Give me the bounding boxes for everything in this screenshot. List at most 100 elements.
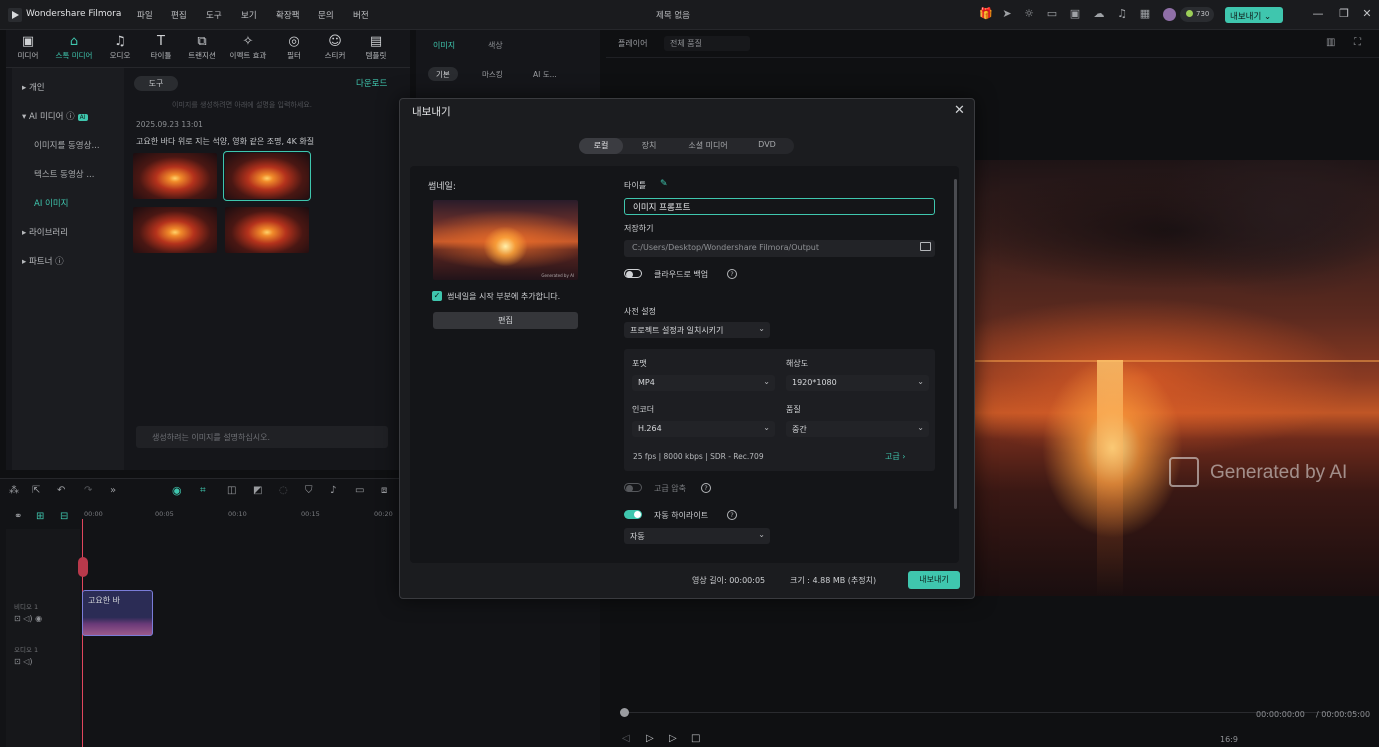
aspect-dropdown[interactable]: 16:9 (1220, 735, 1238, 744)
resolution-dropdown[interactable]: 1920*1080 ⌄ (786, 375, 929, 391)
lightbulb-icon[interactable]: ☼ (1023, 8, 1035, 20)
sidebar-item-ai-image[interactable]: AI 이미지 (34, 197, 68, 209)
tools-button[interactable]: 도구 (134, 76, 178, 91)
tab-dvd[interactable]: DVD (745, 138, 789, 154)
dialog-scrollbar[interactable] (954, 179, 957, 509)
compare-icon[interactable]: ▥ (1326, 37, 1335, 48)
tab-stickers[interactable]: ☺ 스티커 (315, 34, 355, 61)
tab-image[interactable]: 이미지 (433, 40, 455, 51)
add-track-icon[interactable]: ⊞ (36, 511, 44, 522)
tab-templates[interactable]: ▤ 템플릿 (356, 34, 396, 61)
help-icon[interactable]: ? (727, 269, 737, 279)
tab-transitions[interactable]: ⧉ 트랜지션 (182, 34, 222, 61)
auto-highlight-toggle[interactable] (624, 510, 642, 519)
avatar[interactable] (1163, 8, 1176, 21)
playback-progress[interactable] (620, 712, 1360, 713)
magnet-icon[interactable]: ◉ (172, 484, 182, 497)
credits-badge[interactable]: 730 (1180, 7, 1214, 22)
tab-effects[interactable]: ✧ 이펙트 효과 (226, 34, 270, 61)
menu-extensions[interactable]: 확장팩 (276, 9, 299, 21)
menu-version[interactable]: 버전 (353, 9, 369, 21)
close-icon[interactable]: ✕ (954, 103, 965, 118)
tab-social-media[interactable]: 소셜 미디어 (675, 138, 741, 154)
menu-help[interactable]: 문의 (318, 9, 334, 21)
step-play-icon[interactable]: ▷ (646, 733, 654, 744)
tab-device[interactable]: 장치 (627, 138, 671, 154)
timeline-clip[interactable]: 고요한 바 (82, 590, 153, 636)
pip-icon[interactable]: ⧈ (381, 485, 387, 496)
menu-view[interactable]: 보기 (241, 9, 257, 21)
feedback-icon[interactable]: ▭ (1046, 8, 1058, 20)
shield-icon[interactable]: ⛉ (305, 485, 313, 496)
prompt-input[interactable]: 생성하려는 이미지를 설명하십시오. (136, 426, 388, 448)
thumbnail-checkbox[interactable]: ✓ (432, 291, 442, 301)
snap-icon[interactable]: ⌗ (200, 485, 206, 496)
sidebar-item-personal[interactable]: ▸ 개인 (22, 81, 45, 93)
link-icon[interactable]: ⚭ (14, 511, 22, 522)
maximize-icon[interactable]: ❐ (1338, 7, 1350, 20)
advanced-settings-link[interactable]: 고급 › (885, 451, 905, 462)
tab-media[interactable]: ▣ 미디어 (8, 34, 48, 61)
stop-icon[interactable]: □ (691, 733, 700, 744)
generated-image-4[interactable] (225, 207, 309, 253)
ai-rename-icon[interactable]: ✎ (660, 179, 668, 189)
ai-camera-icon[interactable]: ◩ (253, 485, 262, 496)
minimize-icon[interactable]: — (1312, 7, 1324, 20)
chip-ai-tools[interactable]: AI 도... (525, 67, 565, 81)
sidebar-item-text-to-video[interactable]: 텍스트 동영상 ... (34, 168, 94, 180)
generated-image-2[interactable] (223, 151, 311, 201)
advanced-compress-toggle[interactable] (624, 483, 642, 492)
headset-icon[interactable]: ♫ (1116, 8, 1128, 20)
help-icon[interactable]: ? (701, 483, 711, 493)
tab-audio[interactable]: ♫ 오디오 (100, 34, 140, 61)
playhead-marker[interactable] (78, 557, 88, 577)
save-path-field[interactable]: C:/Users/Desktop/Wondershare Filmora/Out… (624, 240, 935, 257)
mic-icon[interactable]: ♪ (330, 485, 336, 496)
sidebar-item-library[interactable]: ▸ 라이브러리 (22, 226, 68, 238)
send-icon[interactable]: ➤ (1001, 8, 1013, 20)
encoder-dropdown[interactable]: H.264 ⌄ (632, 421, 775, 437)
speed-icon[interactable]: ◌ (279, 485, 288, 496)
download-link[interactable]: 다운로드 (356, 77, 387, 89)
highlight-dropdown[interactable]: 자동 ⌄ (624, 528, 770, 544)
tab-stock-media[interactable]: ⌂ 스톡 미디어 (54, 34, 94, 61)
generated-image-3[interactable] (133, 207, 217, 253)
format-dropdown[interactable]: MP4 ⌄ (632, 375, 775, 391)
cloud-icon[interactable]: ☁ (1093, 8, 1105, 20)
quality-dropdown[interactable]: 중간 ⌄ (786, 421, 929, 437)
snapshot-icon[interactable]: ⛶ (1354, 37, 1361, 48)
folder-icon[interactable] (920, 242, 931, 251)
more-icon[interactable]: » (110, 485, 116, 496)
sidebar-item-ai-media[interactable]: ▾ AI 미디어 ⓘ AI (22, 110, 88, 122)
help-icon[interactable]: ? (727, 510, 737, 520)
save-icon[interactable]: ▣ (1069, 8, 1081, 20)
sidebar-item-image-to-video[interactable]: 이미지를 동영상... (34, 139, 100, 151)
grid-icon[interactable]: ▦ (1139, 8, 1151, 20)
edit-thumbnail-button[interactable]: 편집 (433, 312, 578, 329)
menu-file[interactable]: 파일 (137, 9, 153, 21)
redo-icon[interactable]: ↷ (84, 485, 92, 496)
gift-icon[interactable]: 🎁 (979, 8, 993, 20)
export-button[interactable]: 내보내기 (908, 571, 960, 589)
audio-track-controls[interactable]: ⊡ ◁) (14, 657, 33, 666)
thumbnail-image[interactable]: Generated by AI (433, 200, 578, 280)
play-icon[interactable]: ▷ (669, 733, 677, 744)
playback-handle[interactable] (620, 708, 629, 717)
title-input[interactable]: 이미지 프롬프트 (624, 198, 935, 215)
layout-icon[interactable]: ⁂ (9, 485, 19, 496)
quality-dropdown[interactable]: 전체 품질 (664, 36, 750, 51)
tab-local[interactable]: 로컬 (579, 138, 623, 154)
sidebar-item-partner[interactable]: ▸ 파트너 ⓘ (22, 255, 64, 267)
preset-dropdown[interactable]: 프로젝트 설정과 일치시키기 ⌄ (624, 322, 770, 338)
generated-image-1[interactable] (133, 153, 217, 199)
tab-color[interactable]: 색상 (488, 40, 503, 51)
cloud-backup-toggle[interactable] (624, 269, 642, 278)
tab-titles[interactable]: T 타이틀 (141, 34, 181, 61)
camera-icon[interactable]: ◫ (227, 485, 236, 496)
close-window-icon[interactable]: ✕ (1361, 7, 1373, 20)
subtitle-icon[interactable]: ▭ (355, 485, 364, 496)
menu-tools[interactable]: 도구 (206, 9, 222, 21)
select-icon[interactable]: ⇱ (32, 485, 40, 496)
track-manage-icon[interactable]: ⊟ (60, 511, 68, 522)
track-controls[interactable]: ⊡ ◁) ◉ (14, 614, 42, 623)
